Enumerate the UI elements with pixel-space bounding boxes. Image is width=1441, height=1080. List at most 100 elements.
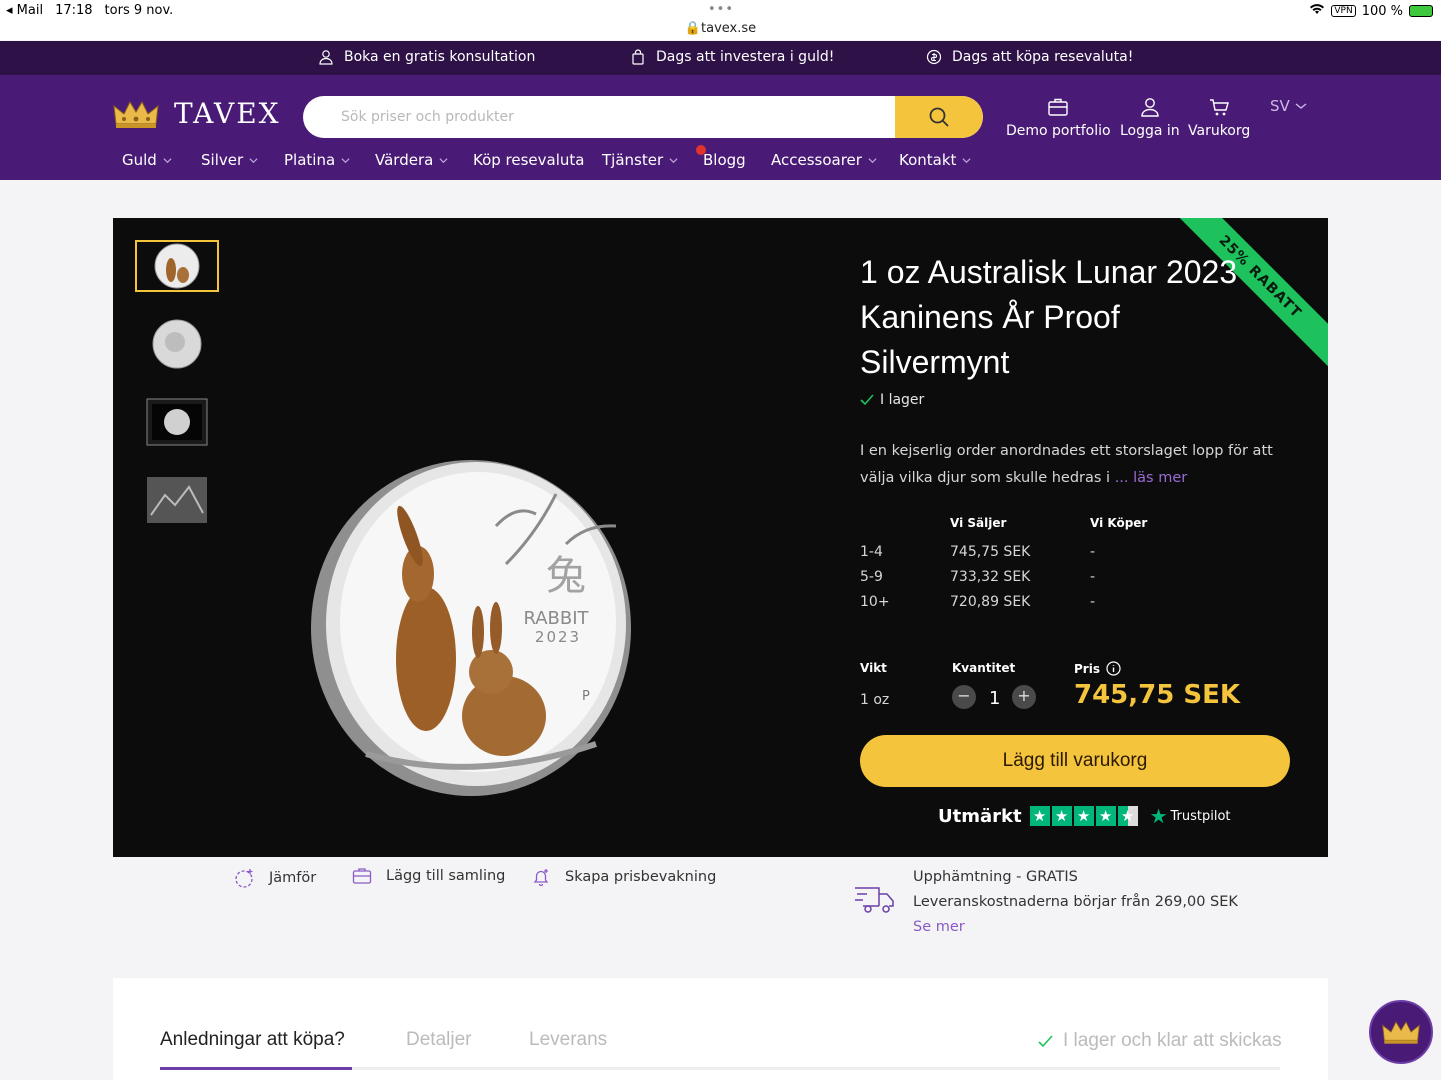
nav-item-accessoarer[interactable]: Accessoarer: [771, 151, 877, 169]
bell-icon: [533, 869, 549, 887]
coin-case-thumbnail-icon: [146, 398, 208, 446]
product-card: 兔 RABBIT 2023 P 25% RABATT 1 oz Australi…: [113, 218, 1328, 857]
promo-currency-link[interactable]: Dags att köpa resevaluta!: [926, 49, 1133, 65]
tier-sell-price: 745,75 SEK: [950, 544, 1031, 560]
trustpilot-stars: ★ ★ ★ ★ ★: [1029, 806, 1138, 826]
quantity-decrease-button[interactable]: −: [952, 685, 976, 709]
nav-item-platina[interactable]: Platina: [284, 151, 350, 169]
info-icon[interactable]: [1106, 661, 1121, 676]
chevron-down-icon: [163, 157, 172, 163]
clock: 17:18: [55, 3, 93, 18]
chevron-down-icon: [439, 157, 448, 163]
tier-qty: 5-9: [860, 569, 883, 585]
sell-column-header: Vi Säljer: [950, 516, 1007, 530]
thumbnail-coin-case[interactable]: [135, 396, 219, 448]
add-to-collection-button[interactable]: Lägg till samling: [352, 867, 505, 885]
login-button[interactable]: Logga in: [1120, 97, 1180, 139]
check-icon: [860, 394, 874, 406]
site-header: TAVEX Demo portfolio Logga in Varukorg S…: [0, 75, 1441, 180]
price-alert-button[interactable]: Skapa prisbevakning: [531, 867, 716, 887]
weight-label: Vikt: [860, 661, 887, 675]
check-icon: [1038, 1034, 1053, 1047]
trustpilot-widget[interactable]: Utmärkt ★ ★ ★ ★ ★ ★ Trustpilot: [938, 804, 1231, 828]
coin-glyph: 兔: [546, 553, 586, 599]
tier-sell-price: 720,89 SEK: [950, 594, 1031, 610]
packaging-thumbnail-icon: [147, 477, 207, 523]
tab-dots-icon[interactable]: •••: [708, 2, 734, 17]
half-star-icon: ★: [1117, 806, 1138, 826]
coin-product-image: 兔 RABBIT 2023 P: [311, 460, 631, 796]
add-to-cart-button[interactable]: Lägg till varukorg: [860, 735, 1290, 787]
chevron-down-icon: [1295, 103, 1307, 109]
product-tabs-panel: Anledningar att köpa? Detaljer Leverans …: [113, 978, 1328, 1080]
quantity-label: Kvantitet: [952, 661, 1016, 675]
tab-reasons[interactable]: Anledningar att köpa?: [160, 1029, 345, 1051]
user-icon: [1141, 98, 1159, 117]
crown-logo-icon: [113, 100, 159, 128]
vpn-badge: VPN: [1331, 5, 1356, 17]
tab-delivery[interactable]: Leverans: [529, 1029, 607, 1051]
demo-portfolio-button[interactable]: Demo portfolio: [1006, 97, 1111, 139]
chat-button[interactable]: [1369, 1000, 1433, 1064]
collection-icon: [352, 868, 372, 884]
product-price: 745,75 SEK: [1074, 680, 1241, 710]
chevron-down-icon: [341, 157, 350, 163]
trustpilot-star-icon: ★: [1149, 804, 1168, 828]
coin-front-thumbnail-icon: [154, 243, 200, 289]
weight-value: 1 oz: [860, 692, 890, 708]
coin-back-thumbnail-icon: [152, 319, 202, 369]
tier-qty: 1-4: [860, 544, 883, 560]
address-bar[interactable]: 🔒tavex.se: [0, 21, 1441, 36]
quantity-value[interactable]: 1: [989, 688, 1000, 709]
search-input[interactable]: [303, 96, 903, 138]
compare-icon: [235, 869, 253, 888]
language-selector[interactable]: SV: [1270, 97, 1307, 115]
promo-gold-link[interactable]: Dags att investera i guld!: [630, 49, 834, 65]
tier-sell-price: 733,32 SEK: [950, 569, 1031, 585]
compare-button[interactable]: Jämför: [233, 867, 316, 889]
currency-exchange-icon: [926, 49, 942, 65]
nav-item-silver[interactable]: Silver: [201, 151, 258, 169]
shopping-bag-icon: [632, 49, 644, 65]
tab-underline-active: [160, 1067, 352, 1070]
search-icon: [929, 107, 949, 127]
price-label: Pris: [1074, 661, 1121, 676]
search-button[interactable]: [895, 96, 983, 138]
battery-percent: 100 %: [1361, 3, 1403, 19]
star-icon: ★: [1095, 806, 1116, 826]
thumbnail-coin-front[interactable]: [135, 240, 219, 292]
nav-item-tjanster[interactable]: Tjänster: [602, 151, 678, 169]
chevron-down-icon: [962, 157, 971, 163]
promo-consultation-link[interactable]: Boka en gratis konsultation: [318, 49, 535, 65]
cart-button[interactable]: Varukorg: [1188, 97, 1250, 139]
shipping-see-more-link[interactable]: Se mer: [913, 919, 965, 935]
nav-item-kop-resevaluta[interactable]: Köp resevaluta: [473, 151, 584, 169]
star-icon: ★: [1073, 806, 1094, 826]
chevron-down-icon: [868, 157, 877, 163]
nav-item-blogg[interactable]: Blogg: [696, 145, 746, 169]
nav-item-vardera[interactable]: Värdera: [375, 151, 448, 169]
star-icon: ★: [1029, 806, 1050, 826]
nav-item-kontakt[interactable]: Kontakt: [899, 151, 971, 169]
user-icon: [319, 50, 333, 65]
lock-icon: 🔒: [684, 21, 702, 36]
shipping-cost: Leveranskostnaderna börjar från 269,00 S…: [913, 894, 1238, 910]
shipping-pickup: Upphämtning - GRATIS: [913, 869, 1078, 885]
wifi-icon: [1309, 3, 1325, 19]
tavex-logo[interactable]: TAVEX: [112, 97, 281, 130]
briefcase-icon: [1048, 98, 1068, 116]
tier-qty: 10+: [860, 594, 890, 610]
tab-details[interactable]: Detaljer: [406, 1029, 471, 1051]
in-stock-notice: I lager och klar att skickas: [1038, 1030, 1282, 1052]
tier-buy-price: -: [1090, 569, 1096, 585]
delivery-truck-icon: [855, 887, 894, 913]
read-more-link[interactable]: ... läs mer: [1115, 470, 1188, 486]
buy-column-header: Vi Köper: [1090, 516, 1148, 530]
chevron-down-icon: [249, 157, 258, 163]
thumbnail-coin-back[interactable]: [135, 318, 219, 370]
battery-icon: [1409, 5, 1433, 17]
quantity-increase-button[interactable]: +: [1012, 685, 1036, 709]
nav-item-guld[interactable]: Guld: [122, 151, 172, 169]
thumbnail-coin-packaging[interactable]: [135, 474, 219, 526]
back-to-app-link[interactable]: ◂ Mail: [6, 3, 43, 18]
